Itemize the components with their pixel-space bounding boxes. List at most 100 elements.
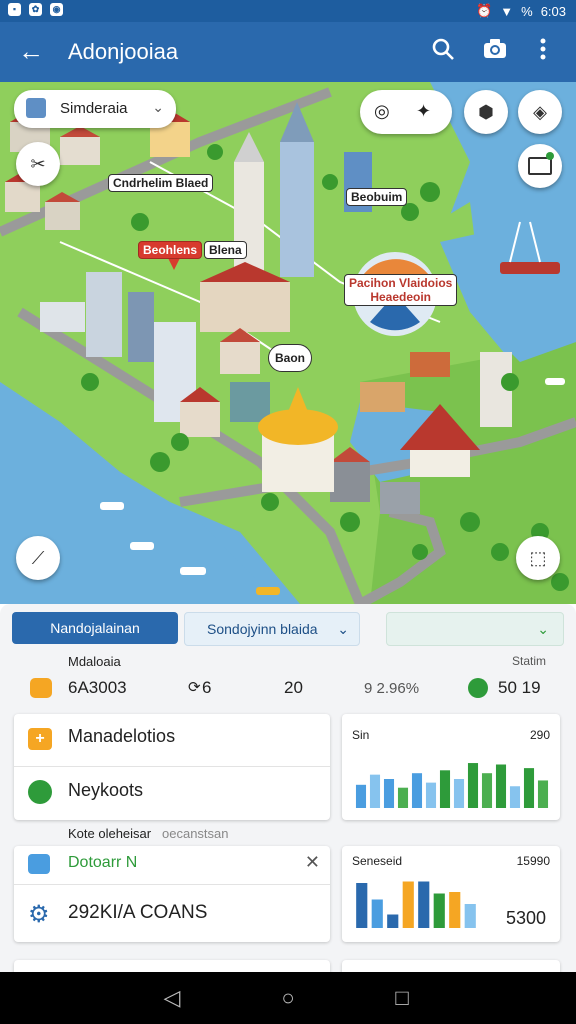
list-card: + Manadelotios Neykoots	[14, 714, 330, 820]
info-card: Dotoarr N ✕ ⚙ 292KI/A COANS	[14, 846, 330, 942]
chart-bar	[481, 773, 493, 808]
list-item-label: Manadelotios	[68, 726, 176, 746]
chart-bar	[495, 764, 507, 808]
map-label-east[interactable]: Beobuim	[346, 188, 408, 206]
message-icon: ◉	[50, 3, 63, 16]
recents-nav-icon[interactable]: □	[388, 984, 416, 1012]
list-item[interactable]: + Manadelotios	[14, 714, 330, 767]
tab-secondary-label: Sondojyinn blaida	[207, 621, 318, 637]
chart-bar	[509, 786, 521, 808]
map-label-stadium[interactable]: Pacihon Vlaidoios Heaedeoin	[344, 274, 458, 306]
chart-bar	[411, 773, 423, 808]
chart-bar	[439, 770, 451, 808]
close-icon[interactable]: ✕	[305, 852, 320, 873]
tab-filter[interactable]: ⌄	[386, 612, 564, 646]
status-bar: ▪ ✿ ◉ ⏰ ▼ % 6:03	[0, 0, 576, 22]
back-arrow-icon[interactable]: ←	[16, 36, 46, 66]
chart-bar	[397, 787, 409, 808]
stat-value: 6A3003	[68, 678, 127, 697]
clock: 6:03	[540, 3, 566, 19]
save-location-icon[interactable]: ◈	[518, 90, 562, 134]
satellite-icon[interactable]: ✦	[416, 101, 431, 122]
chart-bar	[453, 779, 465, 808]
notification-icon: ▪	[8, 3, 21, 16]
list-item[interactable]: Neykoots	[14, 766, 330, 820]
building-icon	[26, 98, 46, 118]
chart-bar	[387, 914, 399, 928]
chart-bar	[356, 883, 368, 928]
info-icon	[28, 854, 50, 874]
chart-bar	[523, 768, 535, 808]
back-nav-icon[interactable]: ◁	[158, 984, 186, 1012]
camera-icon[interactable]	[480, 36, 510, 66]
list-item-label: Neykoots	[68, 780, 144, 800]
more-menu-icon[interactable]	[528, 36, 558, 66]
location-selector[interactable]: Simderaia ⌄	[14, 90, 176, 128]
weather-icon	[30, 678, 52, 698]
alarm-icon: ⏰	[476, 3, 493, 18]
chart-bar	[467, 763, 479, 808]
chart-bar	[425, 782, 437, 808]
chart-bar	[464, 904, 476, 928]
chart-bar	[418, 881, 430, 928]
stat-value: 20	[284, 678, 303, 697]
stat-percent: 9 2.96%	[364, 680, 420, 697]
map-label-red-side[interactable]: Blena	[204, 241, 247, 259]
battery-indicator: %	[521, 3, 533, 19]
gear-icon: ⚙	[28, 901, 50, 928]
summary-title: Mdaloaia	[68, 654, 121, 669]
wifi-icon: ▼	[500, 3, 514, 19]
app-notification-icon: ✿	[29, 3, 42, 16]
stadium-label-line1: Pacihon Vlaidoios	[349, 276, 453, 290]
tools-icon[interactable]: ✂	[16, 142, 60, 186]
chart-bar	[537, 780, 549, 808]
chart-bottom-value: 5300	[505, 908, 546, 928]
section-sub: oecanstsan	[162, 826, 229, 841]
new-message-icon[interactable]	[518, 144, 562, 188]
chevron-down-icon: ⌄	[152, 99, 164, 115]
plus-icon: +	[28, 728, 52, 750]
stadium-label-line2: Heaedeoin	[370, 290, 432, 304]
info-card-header[interactable]: Dotoarr N ✕	[14, 846, 330, 885]
chart-bar	[371, 899, 383, 928]
measure-icon[interactable]: ⟋	[16, 536, 60, 580]
summary-right-label: Statim	[512, 654, 547, 668]
app-bar: ← Adonjooiaa	[0, 22, 576, 82]
music-icon	[28, 780, 52, 804]
status-icon	[468, 678, 488, 698]
tab-secondary[interactable]: Sondojyinn blaida ⌄	[184, 612, 360, 646]
layers-icon[interactable]: ⬢	[464, 90, 508, 134]
chart-bar	[383, 779, 395, 808]
chart-card-1[interactable]: Sin 290	[342, 714, 560, 820]
map-label-red[interactable]: Beohlens	[138, 241, 203, 259]
share-location-icon[interactable]: ⬚	[516, 536, 560, 580]
chart-bar	[449, 892, 461, 928]
chart-bar	[402, 881, 414, 928]
chart-bar	[433, 893, 445, 928]
refresh-icon: ⟳	[188, 679, 201, 696]
map-label-north[interactable]: Cndrhelim Blaed	[108, 174, 214, 192]
chevron-down-icon: ⌄	[337, 621, 349, 637]
info-panel: Nandojalainan Sondojyinn blaida ⌄ ⌄ Mdal…	[0, 604, 576, 980]
system-nav-bar: ◁ ○ □	[0, 972, 576, 1024]
tab-primary[interactable]: Nandojalainan	[12, 612, 178, 644]
page-title: Adonjooiaa	[68, 39, 179, 64]
map-illustration	[0, 82, 576, 604]
chevron-down-icon: ⌄	[537, 621, 549, 637]
pin-icon[interactable]: ◎	[374, 101, 390, 122]
home-nav-icon[interactable]: ○	[274, 984, 302, 1012]
stat-value: 6	[202, 678, 212, 697]
map-mode-toggle[interactable]: ◎ ✦	[360, 90, 452, 134]
chart-card-2[interactable]: Seneseid 15990 5300	[342, 846, 560, 942]
info-card-value: 292KI/A COANS	[68, 902, 208, 923]
map-label-temple[interactable]: Baon	[268, 344, 312, 372]
stat-value: 50 19	[498, 678, 541, 697]
chart-bar	[355, 784, 367, 808]
city-map[interactable]: Cndrhelim Blaed Beohlens Blena Beobuim P…	[0, 82, 576, 604]
section-label: Kote oleheisar	[68, 826, 152, 841]
info-card-title: Dotoarr N	[68, 854, 138, 871]
location-chip-label: Simderaia	[60, 100, 128, 117]
chart-bar	[369, 774, 381, 808]
tower-a	[280, 142, 314, 277]
search-icon[interactable]	[428, 36, 458, 66]
